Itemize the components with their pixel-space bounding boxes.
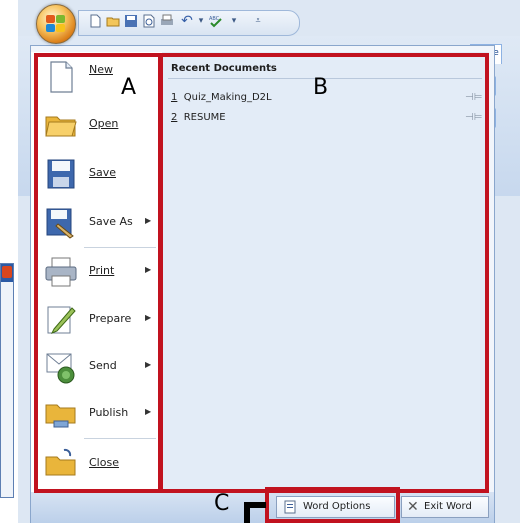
- background-dialog: [0, 263, 14, 498]
- annotation-box-a: [34, 53, 162, 493]
- annotation-label-c: C: [214, 491, 230, 516]
- save-icon[interactable]: [124, 14, 138, 28]
- annotation-box-b: [159, 53, 489, 493]
- open-folder-icon[interactable]: [106, 14, 120, 28]
- print-icon[interactable]: [160, 14, 174, 28]
- annotation-box-c: [265, 487, 400, 523]
- new-document-icon[interactable]: [88, 14, 102, 28]
- undo-dropdown-icon[interactable]: ▾: [194, 14, 208, 28]
- office-button[interactable]: [36, 4, 76, 44]
- exit-word-label: Exit Word: [424, 501, 472, 512]
- spelling-dropdown-icon[interactable]: ▾: [227, 14, 241, 28]
- office-logo-icon: [46, 15, 66, 33]
- exit-word-button[interactable]: ✕ Exit Word: [401, 496, 489, 518]
- background-dialog-close-icon: [2, 266, 12, 278]
- annotation-connector: [244, 505, 250, 523]
- print-preview-icon[interactable]: [142, 14, 156, 28]
- annotation-label-a: A: [121, 75, 137, 100]
- undo-icon[interactable]: ↶: [180, 14, 194, 28]
- spelling-icon[interactable]: ABC: [208, 14, 222, 28]
- customize-qat-icon[interactable]: ⩡: [251, 14, 265, 28]
- exit-x-icon: ✕: [407, 499, 419, 515]
- annotation-label-b: B: [313, 75, 329, 100]
